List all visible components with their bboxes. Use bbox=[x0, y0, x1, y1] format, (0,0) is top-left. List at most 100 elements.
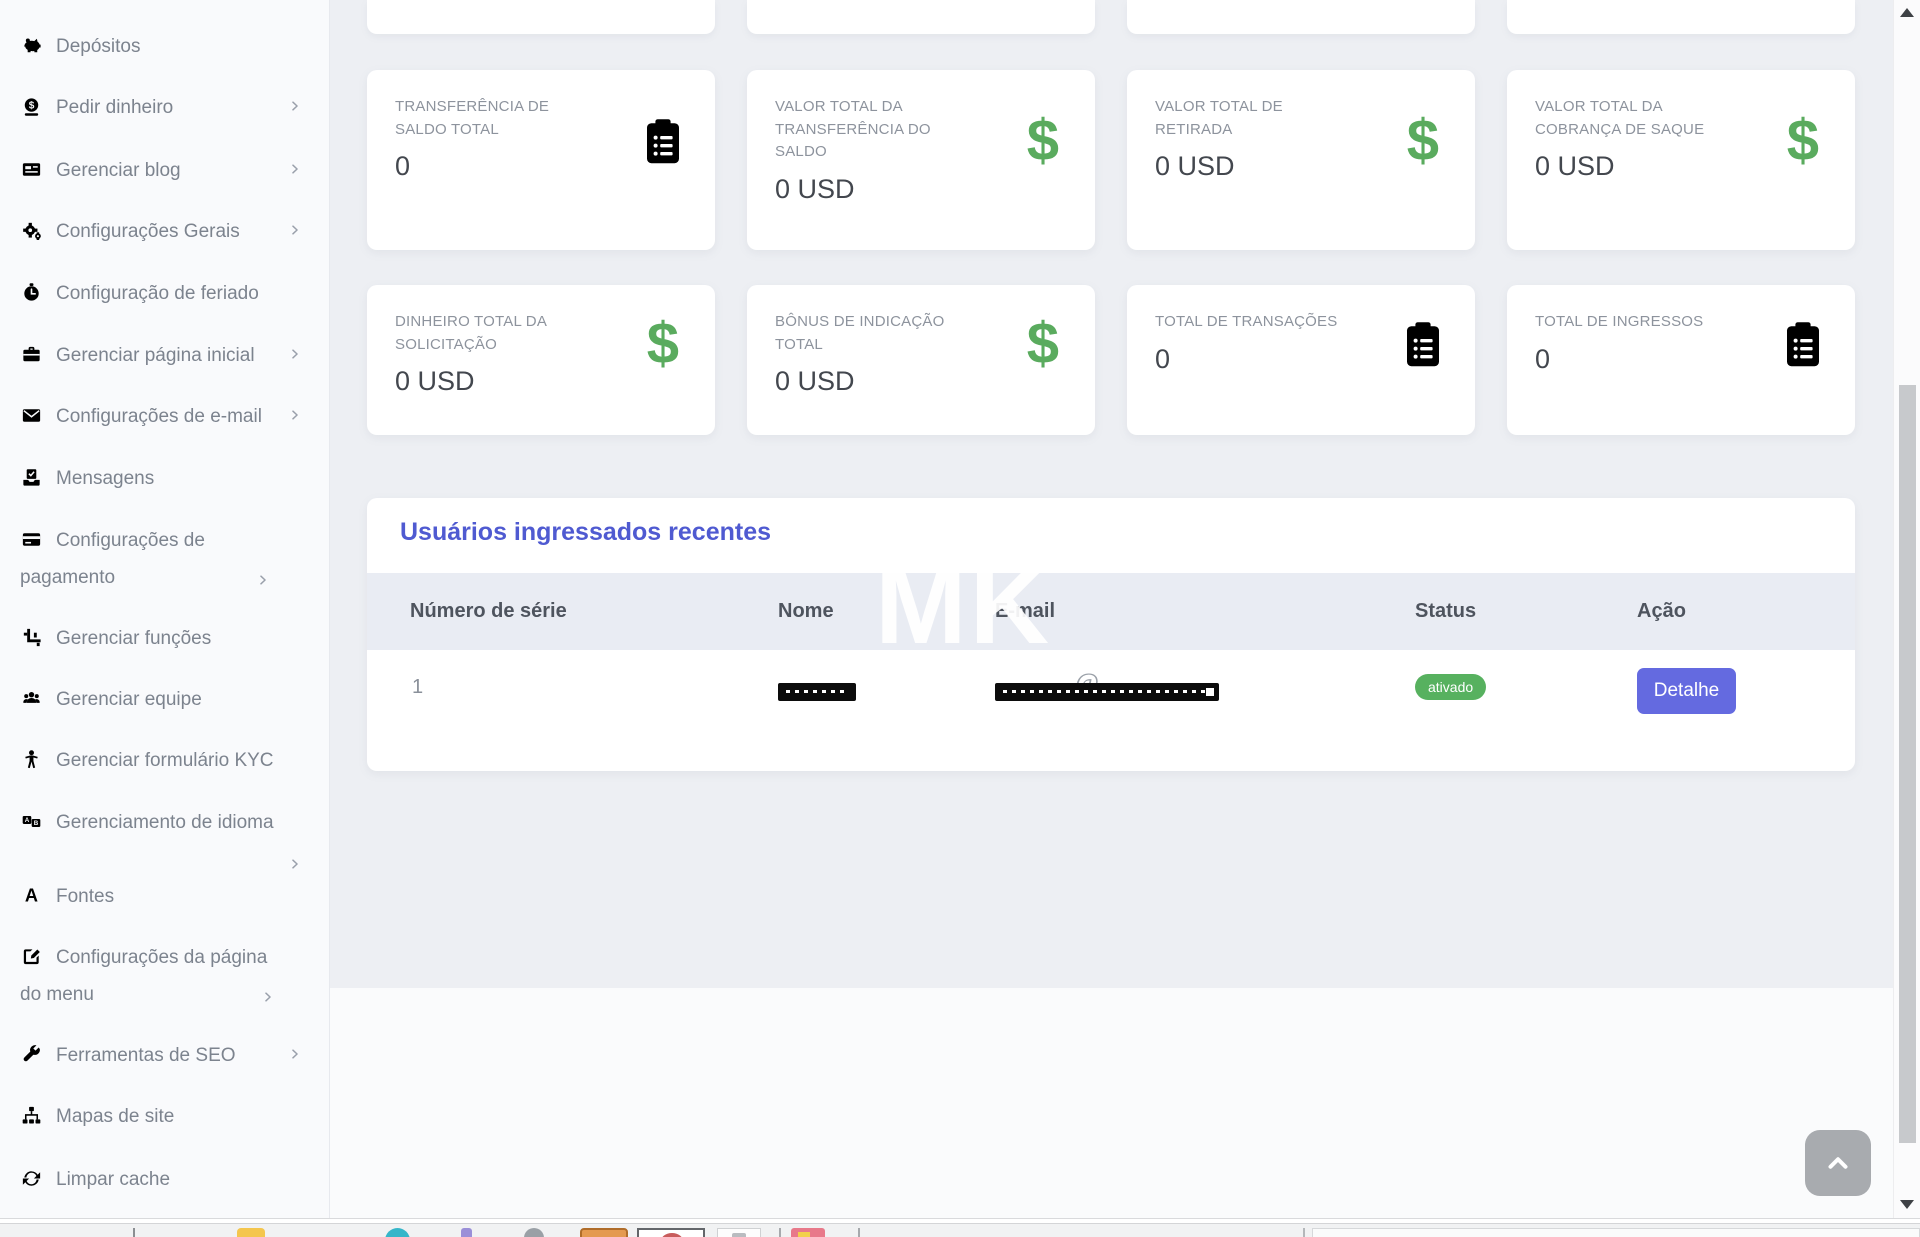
stat-card-title: TOTAL DE TRANSAÇÕES bbox=[1155, 311, 1360, 334]
stat-card-dinheiro-solicitacao: DINHEIRO TOTAL DA SOLICITAÇÃO 0 USD $ bbox=[367, 285, 715, 435]
sidebar-item-label: Limpar cache bbox=[56, 1169, 170, 1190]
taskbar-divider bbox=[133, 1228, 135, 1237]
sitemap-icon bbox=[20, 1104, 43, 1127]
taskbar-app-button[interactable] bbox=[717, 1228, 761, 1237]
app-icon bbox=[732, 1233, 746, 1237]
dashboard-main: TRANSFERÊNCIA DE SALDO TOTAL 0 VALOR TOT… bbox=[330, 0, 1893, 1218]
column-header-acao: Ação bbox=[1637, 600, 1855, 623]
stat-card-title: VALOR TOTAL DE RETIRADA bbox=[1155, 96, 1360, 141]
stat-card-total-ingressos: TOTAL DE INGRESSOS 0 bbox=[1507, 285, 1855, 435]
sidebar-item-limpar-cache[interactable]: Limpar cache bbox=[20, 1166, 302, 1193]
stopwatch-icon bbox=[20, 281, 43, 304]
sidebar-item-label: Configurações de e-mail bbox=[56, 406, 262, 427]
scroll-to-top-button[interactable] bbox=[1805, 1130, 1871, 1196]
browser-viewport: Depósitos Pedir dinheiro Gerenciar blog … bbox=[0, 0, 1920, 1218]
sidebar-item-gerenciar-funcoes[interactable]: Gerenciar funções bbox=[20, 625, 302, 652]
sidebar-item-label: Ferramentas de SEO bbox=[56, 1045, 236, 1066]
chevron-right-icon bbox=[288, 223, 302, 237]
redacted-name-bar bbox=[778, 683, 856, 701]
sidebar-item-label: Gerenciamento de idioma bbox=[56, 812, 274, 833]
language-icon bbox=[20, 810, 43, 833]
clipboard-list-icon bbox=[639, 114, 687, 170]
scrollbar-down-arrow-icon[interactable] bbox=[1900, 1200, 1914, 1209]
table-row: 1 @ ativado Detalhe bbox=[367, 650, 1855, 769]
stat-card-total-transacoes: TOTAL DE TRANSAÇÕES 0 bbox=[1127, 285, 1475, 435]
piggy-bank-icon bbox=[20, 34, 43, 57]
scrollbar-up-arrow-icon[interactable] bbox=[1900, 8, 1914, 17]
stat-card-title: VALOR TOTAL DA COBRANÇA DE SAQUE bbox=[1535, 96, 1740, 141]
dollar-icon: $ bbox=[1787, 112, 1819, 170]
stat-cards-row-2: DINHEIRO TOTAL DA SOLICITAÇÃO 0 USD $ BÔ… bbox=[367, 285, 1855, 435]
sidebar-item-label: Mapas de site bbox=[56, 1106, 174, 1127]
stat-card-value: 0 USD bbox=[775, 174, 1067, 205]
sidebar-item-label: Gerenciar página inicial bbox=[56, 345, 255, 366]
vertical-scrollbar[interactable] bbox=[1893, 0, 1920, 1218]
sidebar-item-label: Gerenciar funções bbox=[56, 628, 211, 649]
taskbar-app-icon[interactable] bbox=[385, 1228, 410, 1237]
cell-nome bbox=[778, 650, 995, 701]
taskbar-divider bbox=[1303, 1228, 1305, 1237]
taskbar-active-app[interactable] bbox=[637, 1228, 705, 1237]
sidebar-item-fontes[interactable]: Fontes bbox=[20, 883, 302, 910]
sidebar-item-configuracoes-email[interactable]: Configurações de e-mail bbox=[20, 403, 302, 430]
dollar-icon: $ bbox=[1407, 112, 1439, 170]
taskbar-app-icon[interactable] bbox=[237, 1228, 265, 1237]
chevron-right-icon bbox=[256, 573, 270, 587]
stat-card-stub bbox=[1127, 0, 1475, 34]
sidebar-item-label: Pedir dinheiro bbox=[56, 97, 173, 118]
sidebar-item-configuracao-feriado[interactable]: Configuração de feriado bbox=[20, 280, 302, 307]
crop-icon bbox=[20, 626, 43, 649]
sidebar-item-mensagens[interactable]: Mensagens bbox=[20, 465, 302, 492]
users-icon bbox=[20, 687, 43, 710]
dollar-icon: $ bbox=[647, 315, 679, 373]
taskbar-app-icon[interactable] bbox=[461, 1228, 472, 1237]
chevron-right-icon bbox=[288, 162, 302, 176]
cell-acao: Detalhe bbox=[1637, 650, 1855, 714]
chevron-up-icon bbox=[1823, 1148, 1853, 1178]
chevron-right-icon bbox=[261, 990, 275, 1004]
stat-card-bonus-indicacao: BÔNUS DE INDICAÇÃO TOTAL 0 USD $ bbox=[747, 285, 1095, 435]
scrollbar-thumb[interactable] bbox=[1899, 385, 1916, 1143]
taskbar-app-icon[interactable] bbox=[580, 1228, 628, 1237]
sidebar-item-mapas-de-site[interactable]: Mapas de site bbox=[20, 1103, 302, 1130]
app-icon bbox=[661, 1233, 683, 1237]
taskbar-app-icon[interactable] bbox=[791, 1228, 825, 1237]
chevron-right-icon bbox=[288, 857, 302, 871]
taskbar-tray-area[interactable] bbox=[1312, 1228, 1920, 1237]
dollar-icon: $ bbox=[1027, 112, 1059, 170]
recent-users-card: Usuários ingressados recentes Número de … bbox=[367, 498, 1855, 771]
stat-card-value: 0 USD bbox=[1535, 151, 1827, 182]
sidebar-item-configuracoes-pagina-menu[interactable]: Configurações da página do menu bbox=[20, 939, 275, 1013]
stat-cards-row-clipped bbox=[367, 0, 1855, 34]
sidebar-item-configuracoes-gerais[interactable]: Configurações Gerais bbox=[20, 218, 302, 245]
sidebar-item-configuracoes-pagamento[interactable]: Configurações de pagamento bbox=[20, 522, 270, 596]
app-icon-detail bbox=[798, 1232, 810, 1237]
sidebar-item-gerenciar-equipe[interactable]: Gerenciar equipe bbox=[20, 686, 302, 713]
content-lower-background bbox=[330, 988, 1893, 1218]
clipboard-list-icon bbox=[1399, 317, 1447, 373]
sidebar-item-gerenciamento-idioma[interactable]: Gerenciamento de idioma bbox=[20, 809, 302, 836]
column-header-serial: Número de série bbox=[367, 600, 778, 623]
edit-icon bbox=[20, 945, 43, 968]
sidebar-item-pedir-dinheiro[interactable]: Pedir dinheiro bbox=[20, 94, 302, 121]
sidebar-item-label: Mensagens bbox=[56, 468, 154, 489]
column-header-nome: Nome bbox=[778, 600, 995, 623]
sidebar-item-formulario-kyc[interactable]: Gerenciar formulário KYC bbox=[20, 747, 302, 774]
sidebar-item-ferramentas-seo[interactable]: Ferramentas de SEO bbox=[20, 1042, 302, 1069]
sidebar-item-label: Configuração de feriado bbox=[56, 283, 259, 304]
sidebar-item-depositos[interactable]: Depósitos bbox=[20, 33, 302, 60]
envelope-icon bbox=[20, 404, 43, 427]
stat-cards-row-1: TRANSFERÊNCIA DE SALDO TOTAL 0 VALOR TOT… bbox=[367, 70, 1855, 250]
table-header-row: Número de série Nome E-mail Status Ação bbox=[367, 573, 1855, 650]
sidebar-item-label: Gerenciar equipe bbox=[56, 689, 202, 710]
detail-button[interactable]: Detalhe bbox=[1637, 668, 1736, 714]
stat-card-title: TRANSFERÊNCIA DE SALDO TOTAL bbox=[395, 96, 600, 141]
wrench-icon bbox=[20, 1043, 43, 1066]
sidebar-item-pagina-inicial[interactable]: Gerenciar página inicial bbox=[20, 342, 302, 369]
taskbar-app-icon[interactable] bbox=[524, 1228, 544, 1237]
taskbar-divider bbox=[779, 1228, 781, 1237]
sidebar-item-label: Fontes bbox=[56, 886, 114, 907]
cell-status: ativado bbox=[1415, 650, 1637, 700]
sidebar-item-label: Configurações Gerais bbox=[56, 221, 240, 242]
sidebar-item-gerenciar-blog[interactable]: Gerenciar blog bbox=[20, 157, 302, 184]
